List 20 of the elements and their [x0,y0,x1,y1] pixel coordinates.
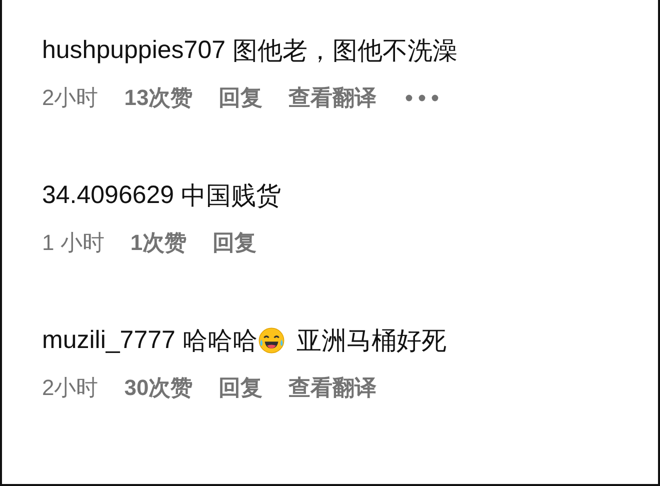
comment-username[interactable]: muzili_7777 [42,326,176,354]
comment-action-link[interactable]: 回复 [212,228,257,258]
comment-time: 2小时 [42,374,98,402]
laughing-face-icon [258,326,286,354]
comment-text: 图他老，图他不洗澡 [232,36,458,66]
comment-text: 中国贱货 [181,180,282,212]
comment-username[interactable]: hushpuppies707 [42,36,226,64]
like-count[interactable]: 30次赞 [124,373,193,403]
like-count[interactable]: 13次赞 [124,83,193,113]
comment-text: 哈哈哈 [182,326,258,356]
comment-action-link[interactable]: 回复 [218,373,263,403]
comment-time: 2小时 [42,84,98,112]
comment-action-link[interactable]: 回复 [218,83,263,113]
comment-time: 1 小时 [42,229,104,257]
more-options-icon[interactable] [404,94,439,102]
comment-username[interactable]: 34.4096629 [42,180,174,210]
comment-action-link[interactable]: 查看翻译 [288,373,377,403]
comment-action-link[interactable]: 查看翻译 [288,83,377,113]
comment-text: 亚洲马桶好死 [296,326,446,356]
like-count[interactable]: 1次赞 [130,228,187,258]
